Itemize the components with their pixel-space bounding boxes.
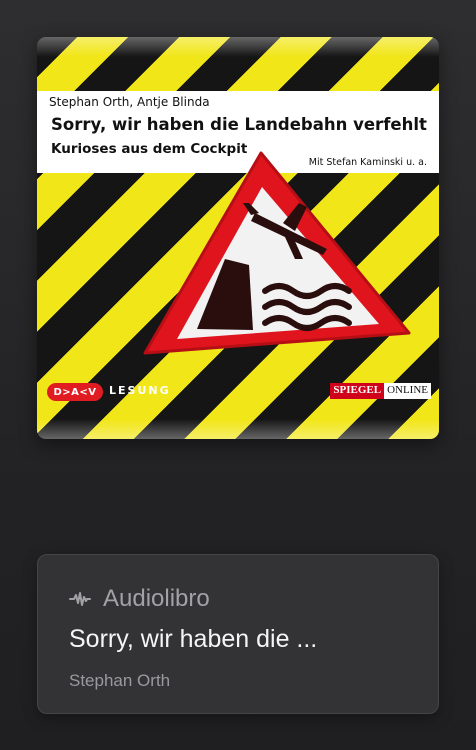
media-type-label: Audiolibro	[103, 585, 210, 612]
cover-bottom-sheen	[37, 419, 439, 439]
media-type-row: Audiolibro	[69, 585, 210, 613]
audiobook-author[interactable]: Stephan Orth	[69, 671, 170, 691]
partner-logo-part2: ONLINE	[384, 383, 431, 399]
series-label: LESUNG	[109, 384, 171, 397]
audiobook-info-card[interactable]: Audiolibro Sorry, wir haben die ... Step…	[37, 554, 439, 714]
partner-logo-part1: SPIEGEL	[330, 383, 385, 399]
publisher-logo: D>A<V	[47, 383, 103, 401]
cover-top-sheen	[37, 37, 439, 57]
partner-logo: SPIEGEL ONLINE	[330, 383, 431, 399]
waveform-icon	[69, 592, 91, 606]
audiobook-cover[interactable]: Stephan Orth, Antje Blinda Sorry, wir ha…	[37, 37, 439, 439]
warning-sign-illustration	[143, 151, 411, 355]
audiobook-title: Sorry, wir haben die ...	[69, 625, 318, 653]
